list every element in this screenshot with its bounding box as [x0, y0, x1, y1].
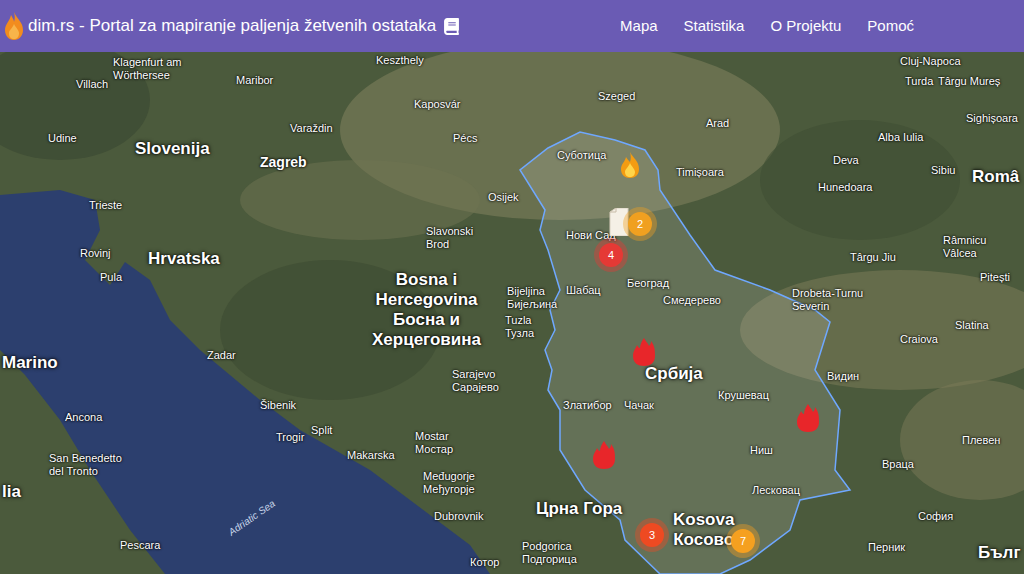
map-label: Kosova Косово [673, 510, 734, 550]
nav-link[interactable]: Mapa [620, 15, 658, 38]
map-label: Alba Iulia [878, 131, 923, 144]
map-label: Бълг [978, 543, 1021, 563]
map-label: Лесковац [752, 484, 800, 497]
map-label: Slavonski Brod [426, 225, 473, 251]
map-label: Zagreb [260, 154, 307, 170]
map-label: Крушевац [718, 389, 769, 402]
map-label: Cluj-Napoca [900, 55, 961, 68]
nav-link[interactable]: O Projektu [770, 15, 841, 38]
map-label: Србија [645, 364, 703, 384]
map-label: Târgu Jiu [850, 251, 896, 264]
site-title[interactable]: dim.rs - Portal za mapiranje paljenja že… [28, 13, 436, 39]
map-label: Villach [76, 78, 108, 91]
map-label: lia [2, 482, 21, 502]
map-label: Podgorica Подгорица [522, 540, 577, 566]
map-label: Pescara [120, 539, 160, 552]
cluster-marker[interactable]: 7 [726, 524, 760, 558]
map-label: Sarajevo Сарајево [452, 368, 499, 394]
cluster-marker[interactable]: 3 [635, 518, 669, 552]
map-label: Ancona [65, 411, 102, 424]
map-label: Zadar [207, 349, 236, 362]
map-label: San Benedetto del Tronto [49, 452, 122, 478]
map-label: София [918, 510, 953, 523]
map-label: Slovenija [135, 139, 210, 159]
app: dim.rs - Portal za mapiranje paljenja že… [0, 0, 1024, 574]
map[interactable]: Klagenfurt am Wörthersee Keszthely Villach… [0, 52, 1024, 574]
map-label: Pécs [453, 132, 477, 145]
map-label: Udine [48, 132, 77, 145]
map-label: Bosna i Hercegovina Босна и Херцеговина [372, 270, 481, 350]
map-label: Craiova [900, 333, 938, 346]
cluster-marker[interactable]: 2 [623, 207, 657, 241]
book-icon[interactable] [444, 18, 459, 35]
map-label: Dubrovnik [434, 510, 484, 523]
map-label: Pitești [980, 271, 1010, 284]
map-label: Varaždin [290, 122, 333, 135]
nav-link[interactable]: Pomoć [867, 15, 914, 38]
top-bar: dim.rs - Portal za mapiranje paljenja že… [0, 0, 1024, 52]
map-label: Видин [827, 370, 859, 383]
map-label: Šibenik [260, 399, 296, 412]
map-label: Ниш [750, 444, 773, 457]
map-label: Makarska [347, 449, 395, 462]
map-label: Slatina [955, 319, 989, 332]
map-label: Београд [627, 277, 669, 290]
map-label: Плевен [962, 434, 1000, 447]
map-label: Klagenfurt am Wörthersee [113, 56, 181, 82]
map-label: Trogir [276, 431, 304, 444]
map-label: Maribor [236, 74, 273, 87]
map-label: Târgu Mureș [938, 75, 1000, 88]
map-label: Marino [2, 353, 58, 373]
fire-marker-icon[interactable] [592, 440, 616, 470]
map-label: Tuzla Тузла [505, 314, 534, 340]
map-label: Turda [905, 75, 933, 88]
map-label: Româ [972, 167, 1019, 187]
map-label: Szeged [598, 90, 635, 103]
map-label: Перник [868, 541, 905, 554]
cluster-marker[interactable]: 4 [594, 238, 628, 272]
map-label: Trieste [89, 199, 122, 212]
map-label: Kaposvár [414, 98, 460, 111]
main-nav: Mapa Statistika O Projektu Pomoć [620, 15, 914, 38]
fire-marker-icon[interactable] [796, 403, 820, 433]
map-label: Суботица [557, 149, 606, 162]
map-label: Međugorje Међугорје [423, 470, 475, 496]
map-label: Котор [470, 556, 499, 569]
map-label: Златибор [563, 399, 612, 412]
map-label: Hunedoara [818, 181, 872, 194]
map-label: Mostar Мостар [415, 430, 453, 456]
map-label: Timișoara [676, 166, 724, 179]
map-label: Sibiu [931, 164, 955, 177]
map-label: Arad [706, 117, 729, 130]
map-label: Pula [100, 271, 122, 284]
map-label: Drobeta-Turnu Severin [792, 287, 863, 313]
satellite-map-icon [0, 52, 1024, 574]
map-label: Смедерево [663, 294, 721, 307]
flame-marker-icon[interactable] [619, 151, 641, 179]
map-label: Deva [833, 154, 859, 167]
map-label: Split [311, 424, 332, 437]
map-label: Bijeljina Бијељина [507, 285, 557, 311]
nav-link[interactable]: Statistika [684, 15, 745, 38]
map-label: Keszthely [376, 54, 424, 67]
flame-logo-icon[interactable] [4, 11, 24, 41]
map-label: Шабац [566, 284, 601, 297]
map-label: Чачак [624, 399, 654, 412]
map-label: Враца [882, 458, 914, 471]
map-label: Osijek [488, 191, 519, 204]
map-label: Sighișoara [966, 112, 1018, 125]
fire-marker-icon[interactable] [632, 337, 656, 367]
map-label: Hrvatska [148, 249, 220, 269]
map-label: Râmnicu Vâlcea [943, 234, 986, 260]
map-label: Црна Гора [536, 499, 622, 519]
map-label: Rovinj [80, 247, 111, 260]
